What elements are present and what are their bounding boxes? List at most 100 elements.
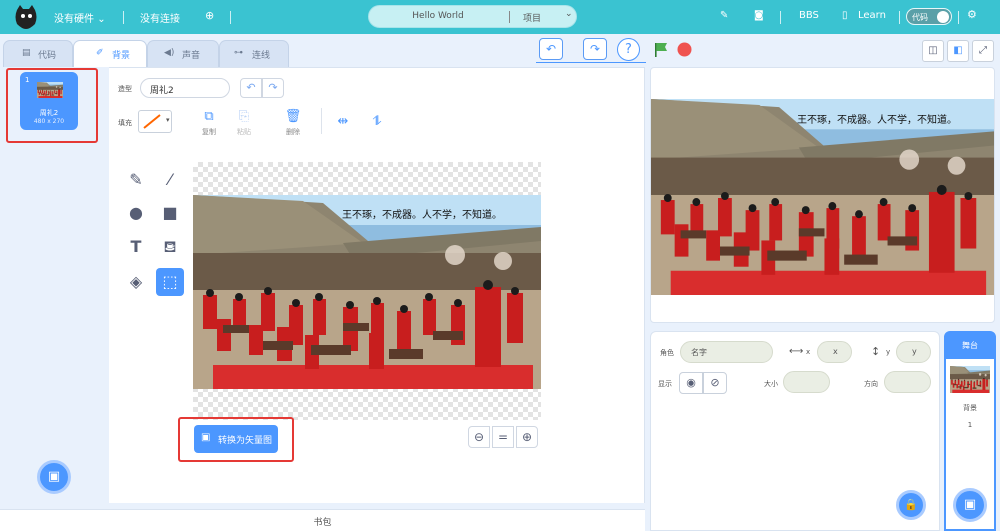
stage-header: 舞台 bbox=[946, 333, 994, 359]
image-caption: 王不琢，不成器。人不学，不知道。 bbox=[342, 210, 502, 221]
line-icon[interactable]: ⁄ bbox=[156, 166, 184, 194]
costume-name-input[interactable]: 周礼2 bbox=[140, 78, 230, 98]
wire-icon: ⊶ bbox=[234, 48, 243, 58]
eraser-icon[interactable]: ◈ bbox=[122, 268, 150, 296]
paste-icon[interactable]: ⎘ bbox=[234, 107, 254, 127]
add-backdrop-stage-button[interactable]: ▣ bbox=[953, 488, 987, 522]
document-icon: ▯ bbox=[842, 10, 848, 21]
learn-link[interactable]: Learn bbox=[858, 10, 886, 21]
redo-icon[interactable]: ↷ bbox=[583, 38, 607, 60]
trash-icon[interactable]: 🗑 bbox=[283, 107, 303, 127]
show-label: 显示 bbox=[658, 380, 672, 388]
edit-icon[interactable]: ✎ bbox=[720, 10, 728, 21]
toggle-knob bbox=[937, 11, 949, 23]
eye-icon[interactable]: ◉ bbox=[679, 372, 703, 394]
x-input[interactable]: x bbox=[817, 341, 852, 363]
zoom-reset-button[interactable]: = bbox=[492, 426, 514, 448]
divider bbox=[230, 11, 231, 24]
lock-icon[interactable]: 🔒 bbox=[896, 490, 926, 520]
y-placeholder: y bbox=[912, 347, 917, 356]
add-backdrop-button[interactable]: ▣ bbox=[37, 460, 71, 494]
divider bbox=[321, 108, 322, 134]
role-label: 角色 bbox=[660, 349, 674, 357]
chevron-down-icon[interactable]: ⌄ bbox=[565, 9, 573, 19]
size-input[interactable] bbox=[783, 371, 830, 393]
fill-label: 填充 bbox=[118, 119, 132, 127]
backdrop-image bbox=[193, 195, 541, 389]
image-icon: ▣ bbox=[47, 469, 61, 484]
y-input[interactable]: y bbox=[896, 341, 931, 363]
divider bbox=[958, 11, 959, 24]
gear-icon[interactable]: ⚙ bbox=[967, 8, 977, 21]
backdrop-count: 1 bbox=[967, 421, 973, 429]
stage-backdrop-image bbox=[651, 99, 994, 295]
stage-caption: 王不琢，不成器。人不学，不知道。 bbox=[797, 115, 957, 126]
tab-wire[interactable]: ⊶ 连线 bbox=[219, 40, 289, 67]
backpack-bar[interactable]: 书包 bbox=[0, 509, 645, 531]
watermark-url: jingyan.baidu.com bbox=[788, 488, 890, 501]
costume-name-label: 造型 bbox=[118, 85, 132, 93]
redo-icon[interactable]: ↷ bbox=[262, 78, 284, 98]
code-toggle[interactable]: 代码 bbox=[906, 8, 952, 25]
tab-sound-label: 声音 bbox=[182, 51, 201, 61]
sprite-name-input[interactable]: 名字 bbox=[680, 341, 773, 363]
paste-label: 粘贴 bbox=[237, 128, 251, 136]
project-title[interactable]: Hello World bbox=[389, 11, 487, 21]
tab-sound[interactable]: ◀) 声音 bbox=[147, 40, 219, 67]
tab-code[interactable]: ▤ 代码 bbox=[3, 40, 73, 67]
rectangle-icon[interactable]: ■ bbox=[156, 199, 184, 227]
hardware-menu[interactable]: 没有硬件 ⌄ bbox=[54, 10, 106, 25]
small-stage-icon[interactable]: ◫ bbox=[922, 40, 944, 62]
direction-input[interactable] bbox=[884, 371, 931, 393]
fill-swatch-icon bbox=[143, 114, 161, 129]
connection-status[interactable]: 没有连接 bbox=[140, 10, 180, 25]
highlight-box bbox=[6, 68, 98, 143]
zoom-in-icon[interactable]: ⊕ bbox=[516, 426, 538, 448]
tab-backdrop-label: 背景 bbox=[112, 51, 131, 61]
x-placeholder: x bbox=[833, 347, 838, 356]
divider bbox=[536, 62, 646, 63]
divider bbox=[123, 11, 124, 24]
backdrop-label: 背景 bbox=[963, 404, 977, 412]
text-icon[interactable]: T bbox=[122, 233, 150, 261]
fill-bucket-icon[interactable]: ⛾ bbox=[156, 233, 184, 261]
x-arrow-icon: ⟷ bbox=[789, 346, 804, 357]
help-icon[interactable]: ? bbox=[617, 38, 640, 61]
stage-thumbnail bbox=[950, 366, 990, 393]
chevron-down-icon: ▾ bbox=[166, 116, 170, 124]
chevron-down-icon: ⌄ bbox=[97, 14, 106, 25]
select-icon[interactable]: ⬚ bbox=[156, 268, 184, 296]
undo-icon[interactable]: ↶ bbox=[539, 38, 563, 60]
globe-icon[interactable]: ⊕ bbox=[205, 9, 214, 22]
divider bbox=[899, 11, 900, 24]
size-label: 大小 bbox=[764, 380, 778, 388]
copy-icon[interactable]: ⧉ bbox=[199, 107, 219, 127]
flip-horizontal-icon[interactable]: ⇹ bbox=[333, 112, 353, 132]
circle-icon[interactable]: ● bbox=[122, 199, 150, 227]
tab-backdrop[interactable]: ✐ 背景 bbox=[73, 40, 147, 68]
fullscreen-icon[interactable]: ⤢ bbox=[972, 40, 994, 62]
watermark-logo: Baidu经验 bbox=[765, 446, 896, 475]
eye-slash-icon[interactable]: ⊘ bbox=[703, 372, 727, 394]
bbs-link[interactable]: BBS bbox=[799, 10, 819, 21]
project-bar: Hello World 项目 ⌄ bbox=[368, 5, 577, 28]
app-logo-icon[interactable] bbox=[13, 4, 39, 30]
green-flag-icon[interactable] bbox=[654, 42, 668, 58]
hardware-label: 没有硬件 bbox=[54, 14, 94, 25]
y-label: y bbox=[886, 348, 891, 356]
brush-icon[interactable]: ✎ bbox=[122, 166, 150, 194]
flip-vertical-icon[interactable]: ⥮ bbox=[367, 112, 387, 132]
divider bbox=[780, 11, 781, 24]
fill-color-picker[interactable]: ▾ bbox=[138, 110, 172, 133]
speaker-icon: ◀) bbox=[164, 48, 175, 58]
delete-label: 删除 bbox=[286, 128, 300, 136]
camera-icon[interactable]: ◙ bbox=[754, 10, 764, 21]
large-stage-icon[interactable]: ◧ bbox=[947, 40, 969, 62]
top-bar: 没有硬件 ⌄ 没有连接 ⊕ Hello World 项目 ⌄ ✎ ◙ BBS ▯… bbox=[0, 0, 1000, 34]
direction-label: 方向 bbox=[864, 380, 878, 388]
tab-code-label: 代码 bbox=[38, 51, 57, 61]
undo-icon[interactable]: ↶ bbox=[240, 78, 262, 98]
stop-icon[interactable] bbox=[677, 42, 692, 57]
zoom-out-icon[interactable]: ⊖ bbox=[468, 426, 490, 448]
project-menu[interactable]: 项目 bbox=[523, 11, 541, 24]
